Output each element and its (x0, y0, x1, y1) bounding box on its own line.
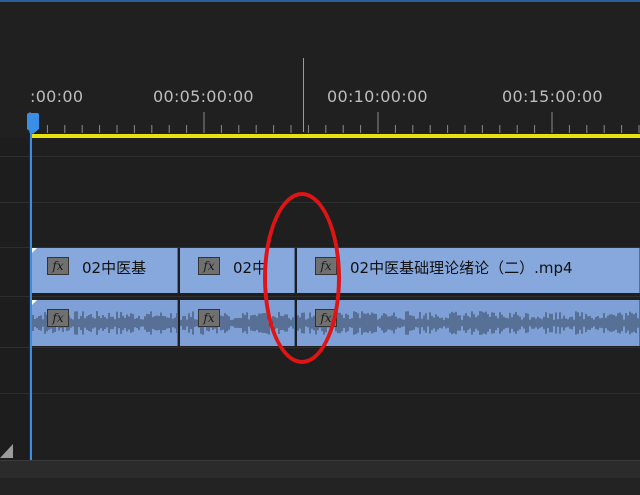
ruler-ticks (29, 112, 640, 133)
playhead-line[interactable] (30, 128, 32, 460)
video-clip-3-name: 02中医基础理论绪论（二）.mp4 (350, 259, 573, 277)
track-header-column (0, 138, 30, 460)
timecode-label-5min: 00:05:00:00 (153, 87, 254, 106)
time-ruler[interactable] (0, 2, 640, 138)
audio-clip-3[interactable] (297, 300, 640, 346)
fx-icon[interactable]: fx (47, 309, 69, 327)
video-clip-1-name: 02中医基 (82, 259, 147, 277)
playhead-handle[interactable] (27, 113, 39, 134)
annotation-circle (263, 192, 341, 364)
timecode-label-15min: 00:15:00:00 (502, 87, 603, 106)
track-divider (0, 156, 640, 157)
track-divider (0, 393, 640, 394)
panel-footer (0, 478, 640, 495)
hover-position-line (303, 58, 304, 132)
audio-waveform (297, 311, 639, 335)
fx-icon[interactable]: fx (198, 257, 220, 275)
fx-icon[interactable]: fx (47, 257, 69, 275)
timecode-label-0: :00:00 (30, 87, 84, 106)
work-area-bar[interactable] (30, 134, 640, 138)
fx-icon[interactable]: fx (198, 309, 220, 327)
timecode-label-10min: 00:10:00:00 (327, 87, 428, 106)
timeline-panel: :00:00 00:05:00:00 00:10:00:00 00:15:00:… (0, 0, 640, 495)
horizontal-scrollbar[interactable] (0, 460, 640, 479)
resize-corner-icon[interactable] (0, 444, 13, 458)
